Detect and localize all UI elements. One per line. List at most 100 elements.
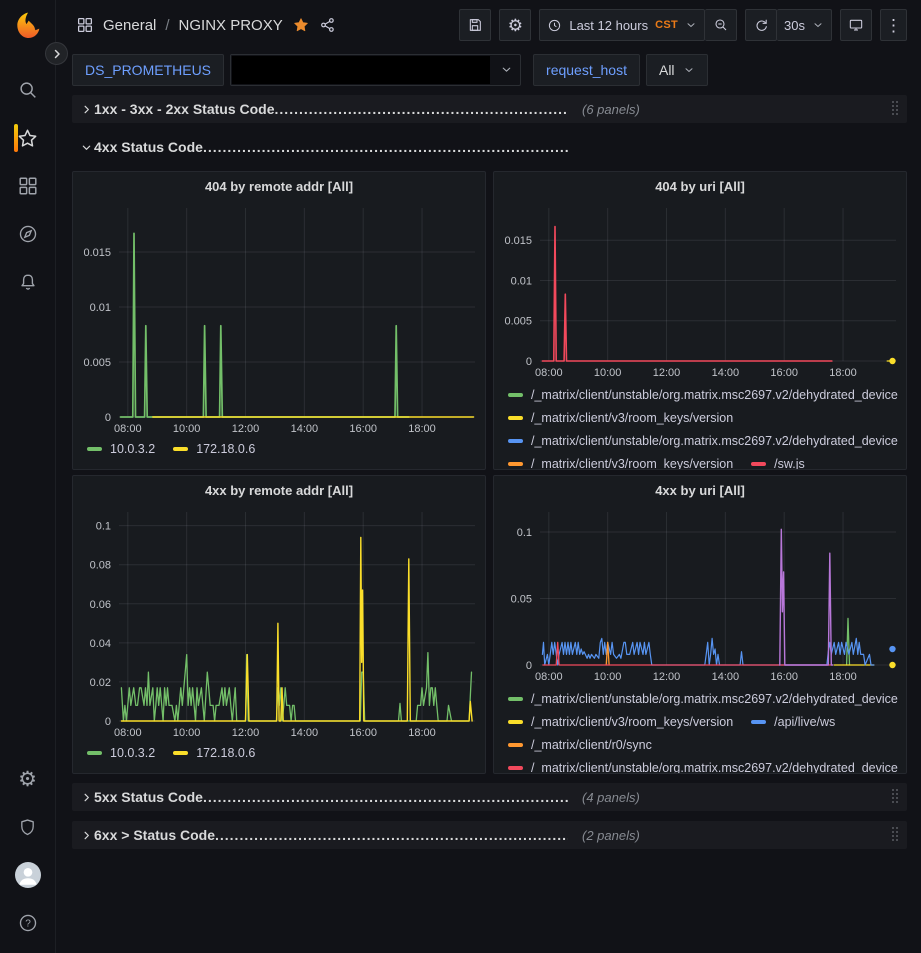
legend-item[interactable]: 172.18.0.6 (173, 741, 255, 764)
row-header-5xx[interactable]: 5xx Status Code ........................… (72, 783, 907, 811)
legend-label: 172.18.0.6 (196, 442, 255, 456)
chevron-down-icon (812, 19, 824, 31)
variable-value-request-host[interactable]: All (646, 54, 708, 86)
legend-swatch (173, 447, 188, 451)
legend-swatch (751, 720, 766, 724)
legend-swatch (751, 462, 766, 466)
panel-404-by-uri: 404 by uri [All] 00.0050.010.01508:0010:… (493, 171, 907, 470)
legend-item[interactable]: 10.0.3.2 (87, 741, 155, 764)
legend-swatch (87, 447, 102, 451)
row-title-box: 1xx - 3xx - 2xx Status Code ............… (94, 101, 568, 117)
panel-4xx-by-remote-addr: 4xx by remote addr [All] 00.020.040.060.… (72, 475, 486, 774)
legend-label: /_matrix/client/v3/room_keys/version (531, 457, 733, 470)
sidebar-bottom: ⚙ ? (0, 755, 56, 947)
legend-label: /_matrix/client/unstable/org.matrix.msc2… (531, 761, 898, 774)
legend-item[interactable]: 10.0.3.2 (87, 437, 155, 460)
sidebar-item-alerting[interactable] (0, 258, 56, 306)
panel-title[interactable]: 4xx by remote addr [All] (73, 476, 485, 504)
refresh-interval-dropdown[interactable]: 30s (777, 9, 832, 41)
save-dashboard-button[interactable] (459, 9, 491, 41)
legend-item[interactable]: /_matrix/client/unstable/org.matrix.msc2… (508, 383, 898, 406)
sidebar: ⚙ ? (0, 0, 56, 953)
sidebar-expand-button[interactable] (45, 42, 68, 65)
more-options-button[interactable]: ⋮ (880, 9, 907, 41)
sidebar-item-dashboards[interactable] (0, 162, 56, 210)
svg-text:14:00: 14:00 (291, 423, 319, 435)
legend-item[interactable]: /_matrix/client/unstable/org.matrix.msc2… (508, 756, 898, 773)
legend-item[interactable]: 172.18.0.6 (173, 437, 255, 460)
panel-grid: 404 by remote addr [All] 00.0050.010.015… (72, 171, 907, 774)
variable-label-request-host[interactable]: request_host (533, 54, 640, 86)
legend-item[interactable]: /_matrix/client/r0/sync (508, 733, 652, 756)
panel-title[interactable]: 4xx by uri [All] (494, 476, 906, 504)
svg-text:10:00: 10:00 (173, 423, 201, 435)
row-drag-handle[interactable] (889, 827, 903, 843)
row-header-4xx[interactable]: 4xx Status Code ........................… (72, 133, 907, 161)
legend-item[interactable]: /sw.js (751, 452, 805, 469)
svg-text:12:00: 12:00 (232, 423, 260, 435)
kebab-menu-icon: ⋮ (885, 17, 902, 34)
chevron-down-icon (685, 19, 697, 31)
breadcrumb-folder[interactable]: General (103, 17, 156, 34)
svg-text:18:00: 18:00 (829, 367, 857, 379)
grafana-logo-icon[interactable] (12, 10, 44, 42)
row-title: 5xx Status Code (94, 789, 203, 805)
share-icon[interactable] (319, 16, 337, 34)
svg-text:08:00: 08:00 (535, 671, 563, 683)
variable-value-text: All (659, 62, 675, 78)
refresh-icon (754, 18, 769, 33)
svg-text:18:00: 18:00 (408, 727, 436, 739)
legend-label: 10.0.3.2 (110, 442, 155, 456)
time-series-chart[interactable]: 00.020.040.060.080.108:0010:0012:0014:00… (73, 504, 485, 741)
legend-item[interactable]: /_matrix/client/unstable/org.matrix.msc2… (508, 687, 898, 710)
sidebar-item-help[interactable]: ? (0, 899, 56, 947)
legend-item[interactable]: /_matrix/client/v3/room_keys/version (508, 710, 733, 733)
chart-legend: 10.0.3.2 172.18.0.6 (73, 741, 485, 773)
legend-swatch (508, 393, 523, 397)
panel-title[interactable]: 404 by remote addr [All] (73, 172, 485, 200)
legend-label: /_matrix/client/unstable/org.matrix.msc2… (531, 388, 898, 402)
chevron-down-icon (683, 64, 695, 76)
svg-text:12:00: 12:00 (653, 367, 681, 379)
variable-value-ds-prometheus[interactable] (230, 54, 521, 86)
refresh-button[interactable] (745, 9, 777, 41)
sidebar-item-starred[interactable] (0, 114, 56, 162)
panel-title[interactable]: 404 by uri [All] (494, 172, 906, 200)
time-series-chart[interactable]: 00.0050.010.01508:0010:0012:0014:0016:00… (73, 200, 485, 437)
dashboard-settings-button[interactable]: ⚙ (499, 9, 531, 41)
legend-item[interactable]: /_matrix/client/unstable/org.matrix.msc2… (508, 429, 898, 452)
svg-text:0.005: 0.005 (504, 316, 532, 328)
avatar (15, 862, 41, 888)
row-drag-handle[interactable] (889, 101, 903, 117)
chevron-down-icon (500, 63, 513, 76)
row-header-6xx[interactable]: 6xx > Status Code ......................… (72, 821, 907, 849)
row-title-dots: ........................................… (203, 789, 568, 805)
svg-text:0: 0 (105, 412, 111, 424)
refresh-interval-label: 30s (784, 18, 805, 33)
legend-swatch (508, 416, 523, 420)
breadcrumb-dashboard-title[interactable]: NGINX PROXY (179, 17, 283, 34)
panel-404-by-remote-addr: 404 by remote addr [All] 00.0050.010.015… (72, 171, 486, 470)
sidebar-item-admin[interactable] (0, 803, 56, 851)
legend-swatch (173, 751, 188, 755)
variable-label-ds-prometheus[interactable]: DS_PROMETHEUS (72, 54, 224, 86)
time-range-picker[interactable]: Last 12 hours CST (539, 9, 705, 41)
sidebar-item-configuration[interactable]: ⚙ (0, 755, 56, 803)
sidebar-item-profile[interactable] (0, 851, 56, 899)
chevron-right-icon (78, 792, 94, 803)
tv-mode-button[interactable] (840, 9, 872, 41)
sidebar-item-explore[interactable] (0, 210, 56, 258)
breadcrumb-separator: / (165, 17, 169, 34)
time-series-chart[interactable]: 00.0050.010.01508:0010:0012:0014:0016:00… (494, 200, 906, 381)
shield-icon (17, 817, 38, 838)
legend-item[interactable]: /_matrix/client/v3/room_keys/version (508, 452, 733, 469)
sidebar-item-search[interactable] (0, 66, 56, 114)
legend-item[interactable]: /api/live/ws (751, 710, 835, 733)
legend-item[interactable]: /_matrix/client/v3/room_keys/version (508, 406, 733, 429)
legend-swatch (508, 766, 523, 770)
time-series-chart[interactable]: 00.050.108:0010:0012:0014:0016:0018:00 (494, 504, 906, 685)
zoom-out-time-button[interactable] (705, 9, 737, 41)
star-filled-icon[interactable] (292, 16, 310, 34)
row-drag-handle[interactable] (889, 789, 903, 805)
row-header-1xx-3xx-2xx[interactable]: 1xx - 3xx - 2xx Status Code ............… (72, 95, 907, 123)
